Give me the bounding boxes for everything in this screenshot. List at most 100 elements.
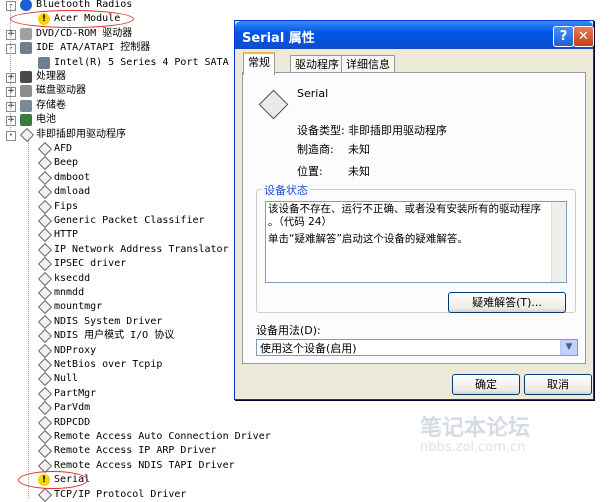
processor-icon xyxy=(20,71,32,83)
device-status-text: 该设备不存在、运行不正确、或者没有安装所有的驱动程序 。（代码 24） 单击“疑… xyxy=(265,201,567,283)
tree-item-label: PartMgr xyxy=(54,388,97,399)
close-button[interactable]: ✕ xyxy=(573,26,594,47)
manufacturer-value: 未知 xyxy=(348,143,370,156)
device-icon xyxy=(37,141,53,157)
device-icon xyxy=(37,386,53,402)
tree-item-label: Remote Access IP ARP Driver xyxy=(54,445,217,456)
ide-controller-icon xyxy=(20,42,32,54)
device-icon xyxy=(37,299,53,315)
collapse-icon[interactable]: - xyxy=(6,131,16,141)
device-icon xyxy=(37,415,53,431)
ide-controller-icon xyxy=(38,57,50,69)
tree-item-label: NDProxy xyxy=(54,345,97,356)
tree-item-label: 电池 xyxy=(36,114,56,125)
device-icon xyxy=(37,400,53,416)
device-icon xyxy=(37,155,53,171)
status-line: 该设备不存在、运行不正确、或者没有安装所有的驱动程序 xyxy=(268,203,541,215)
cancel-button[interactable]: 取消 xyxy=(524,374,592,395)
tree-item-label: Null xyxy=(54,373,79,384)
collapse-icon[interactable]: - xyxy=(6,44,16,54)
tree-item-label: mountmgr xyxy=(54,301,103,312)
tree-item-label: RDPCDD xyxy=(54,417,91,428)
tree-item-label: IDE ATA/ATAPI 控制器 xyxy=(36,42,151,53)
device-usage-select[interactable]: 使用这个设备(启用) ▼ xyxy=(256,339,578,356)
tree-item-label: NDIS System Driver xyxy=(54,316,163,327)
highlight-circle xyxy=(18,471,88,489)
cdrom-icon xyxy=(20,28,32,40)
tree-item-label: AFD xyxy=(54,143,73,154)
device-name: Serial xyxy=(297,87,329,100)
status-line: 。（代码 24） xyxy=(268,216,332,228)
battery-icon xyxy=(20,114,32,126)
device-icon xyxy=(37,343,53,359)
device-icon xyxy=(37,227,53,243)
device-icon xyxy=(37,371,53,387)
disk-icon xyxy=(20,85,32,97)
tree-item-label: 磁盘驱动器 xyxy=(36,85,86,96)
location-label: 位置: xyxy=(297,165,323,178)
tree-item-label: IPSEC driver xyxy=(54,258,127,269)
device-icon xyxy=(37,199,53,215)
expand-icon[interactable]: + xyxy=(6,73,16,83)
tree-item-label: DVD/CD-ROM 驱动器 xyxy=(36,28,133,39)
collapse-icon[interactable]: - xyxy=(6,1,16,11)
troubleshoot-button[interactable]: 疑难解答(T)... xyxy=(448,292,566,313)
dialog-title: Serial 属性 xyxy=(242,31,315,46)
tree-item-label: ParVdm xyxy=(54,402,91,413)
device-icon xyxy=(37,285,53,301)
tree-item-label: dmboot xyxy=(54,172,91,183)
device-icon xyxy=(19,127,35,143)
device-icon xyxy=(37,443,53,459)
device-icon xyxy=(37,429,53,445)
device-icon xyxy=(37,328,53,344)
expand-icon[interactable]: + xyxy=(6,102,16,112)
tree-guide-line xyxy=(28,140,29,498)
tree-item-label: 处理器 xyxy=(36,71,66,82)
highlight-circle xyxy=(10,10,134,28)
tree-guide-line xyxy=(10,6,11,136)
help-button[interactable]: ? xyxy=(553,26,574,47)
tree-item-label: Fips xyxy=(54,201,79,212)
device-usage-label: 设备用法(D): xyxy=(256,324,321,337)
tree-item-label: IP Network Address Translator xyxy=(54,244,229,255)
device-icon xyxy=(37,213,53,229)
tree-item-label: NDIS 用户模式 I/O 协议 xyxy=(54,330,175,341)
tab-driver[interactable]: 驱动程序 xyxy=(290,55,344,73)
device-icon xyxy=(37,256,53,272)
device-icon xyxy=(37,357,53,373)
tree-item-label: 存储卷 xyxy=(36,100,66,111)
tree-item-label: NetBios over Tcpip xyxy=(54,359,163,370)
device-icon xyxy=(37,271,53,287)
watermark-url: nbbs.zol.com.cn xyxy=(420,440,526,455)
device-type-label: 设备类型: xyxy=(297,124,345,137)
tree-item-label: dmload xyxy=(54,186,91,197)
tree-item-label: ksecdd xyxy=(54,273,91,284)
device-type-value: 非即插即用驱动程序 xyxy=(348,124,447,137)
tree-item-label: Remote Access Auto Connection Driver xyxy=(54,431,271,442)
tab-general[interactable]: 常规 xyxy=(243,52,275,75)
location-value: 未知 xyxy=(348,165,370,178)
status-line: 单击“疑难解答”启动这个设备的疑难解答。 xyxy=(268,233,468,245)
expand-icon[interactable]: + xyxy=(6,87,16,97)
status-scrollbar[interactable] xyxy=(551,202,566,282)
properties-dialog: Serial 属性 ? ✕ 常规 驱动程序 详细信息 Serial 设备类型: … xyxy=(234,20,594,400)
device-status-title: 设备状态 xyxy=(262,182,310,198)
tree-item-label: Generic Packet Classifier xyxy=(54,215,205,226)
expand-icon[interactable]: + xyxy=(6,116,16,126)
ok-button[interactable]: 确定 xyxy=(452,374,520,395)
device-icon xyxy=(37,242,53,258)
watermark-title: 笔记本论坛 xyxy=(420,416,531,441)
bluetooth-icon xyxy=(20,0,32,11)
manufacturer-label: 制造商: xyxy=(297,143,334,156)
expand-icon[interactable]: + xyxy=(6,30,16,40)
chevron-down-icon[interactable]: ▼ xyxy=(560,340,577,355)
tree-item-label: Beep xyxy=(54,157,79,168)
device-icon xyxy=(37,184,53,200)
title-bar[interactable]: Serial 属性 ? ✕ xyxy=(235,21,594,49)
tree-item-label: 非即插即用驱动程序 xyxy=(36,129,126,140)
device-icon xyxy=(37,314,53,330)
device-usage-value: 使用这个设备(启用) xyxy=(260,342,357,355)
tree-item-label: Remote Access NDIS TAPI Driver xyxy=(54,460,235,471)
device-icon xyxy=(37,170,53,186)
tab-details[interactable]: 详细信息 xyxy=(341,55,395,73)
